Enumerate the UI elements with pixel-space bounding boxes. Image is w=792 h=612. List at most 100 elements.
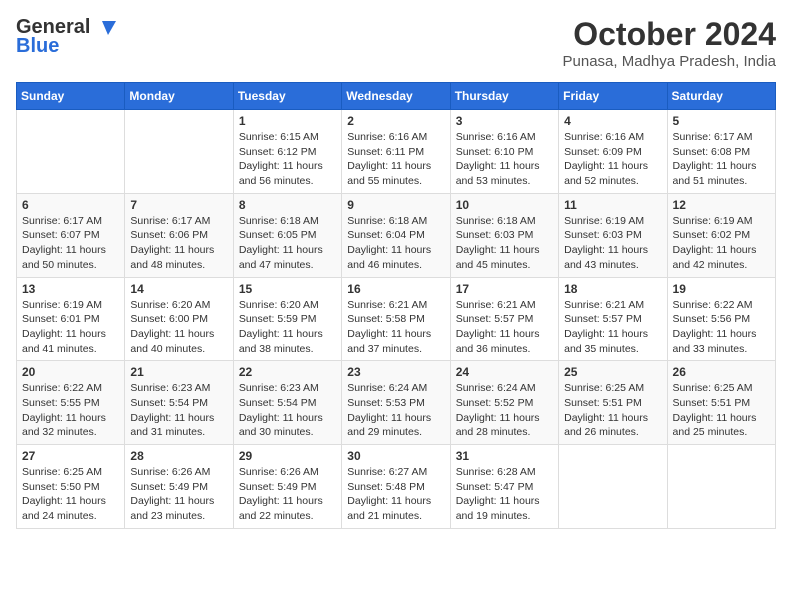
day-info: Sunrise: 6:20 AMSunset: 6:00 PMDaylight:… xyxy=(130,298,227,357)
day-info: Sunrise: 6:16 AMSunset: 6:09 PMDaylight:… xyxy=(564,130,661,189)
day-number: 14 xyxy=(130,282,227,296)
day-number: 29 xyxy=(239,449,336,463)
calendar-cell: 22Sunrise: 6:23 AMSunset: 5:54 PMDayligh… xyxy=(233,361,341,445)
day-number: 20 xyxy=(22,365,119,379)
calendar-cell: 13Sunrise: 6:19 AMSunset: 6:01 PMDayligh… xyxy=(17,277,125,361)
logo-blue: Blue xyxy=(16,35,59,58)
calendar-cell: 10Sunrise: 6:18 AMSunset: 6:03 PMDayligh… xyxy=(450,193,558,277)
calendar-cell: 16Sunrise: 6:21 AMSunset: 5:58 PMDayligh… xyxy=(342,277,450,361)
day-info: Sunrise: 6:17 AMSunset: 6:07 PMDaylight:… xyxy=(22,214,119,273)
day-number: 19 xyxy=(673,282,770,296)
day-info: Sunrise: 6:19 AMSunset: 6:01 PMDaylight:… xyxy=(22,298,119,357)
day-info: Sunrise: 6:19 AMSunset: 6:03 PMDaylight:… xyxy=(564,214,661,273)
calendar-cell: 23 Sunrise: 6:24 AMSunset: 5:53 PMDayligh… xyxy=(342,361,450,445)
weekday-header-friday: Friday xyxy=(559,83,667,110)
day-number: 7 xyxy=(130,198,227,212)
weekday-header-wednesday: Wednesday xyxy=(342,83,450,110)
day-number: 18 xyxy=(564,282,661,296)
month-title: October 2024 xyxy=(563,16,776,53)
calendar-cell: 4 Sunrise: 6:16 AMSunset: 6:09 PMDaylight… xyxy=(559,110,667,194)
day-number: 27 xyxy=(22,449,119,463)
day-info: Sunrise: 6:27 AMSunset: 5:48 PMDaylight:… xyxy=(347,465,444,524)
calendar-cell: 28 Sunrise: 6:26 AMSunset: 5:49 PMDayligh… xyxy=(125,445,233,529)
day-info: Sunrise: 6:26 AMSunset: 5:49 PMDaylight:… xyxy=(239,465,336,524)
calendar-cell: 21Sunrise: 6:23 AMSunset: 5:54 PMDayligh… xyxy=(125,361,233,445)
day-info: Sunrise: 6:26 AMSunset: 5:49 PMDaylight:… xyxy=(130,465,227,524)
calendar-cell: 30 Sunrise: 6:27 AMSunset: 5:48 PMDayligh… xyxy=(342,445,450,529)
calendar-cell: 20 Sunrise: 6:22 AMSunset: 5:55 PMDayligh… xyxy=(17,361,125,445)
day-number: 11 xyxy=(564,198,661,212)
calendar-cell: 5 Sunrise: 6:17 AMSunset: 6:08 PMDaylight… xyxy=(667,110,775,194)
calendar-table: SundayMondayTuesdayWednesdayThursdayFrid… xyxy=(16,82,776,529)
calendar-cell: 29 Sunrise: 6:26 AMSunset: 5:49 PMDayligh… xyxy=(233,445,341,529)
day-number: 17 xyxy=(456,282,553,296)
logo: General Blue xyxy=(16,16,116,58)
day-info: Sunrise: 6:19 AMSunset: 6:02 PMDaylight:… xyxy=(673,214,770,273)
calendar-cell: 14 Sunrise: 6:20 AMSunset: 6:00 PMDayligh… xyxy=(125,277,233,361)
day-info: Sunrise: 6:18 AMSunset: 6:04 PMDaylight:… xyxy=(347,214,444,273)
day-number: 23 xyxy=(347,365,444,379)
day-info: Sunrise: 6:22 AMSunset: 5:56 PMDaylight:… xyxy=(673,298,770,357)
calendar-cell xyxy=(125,110,233,194)
day-number: 24 xyxy=(456,365,553,379)
day-number: 22 xyxy=(239,365,336,379)
calendar-cell xyxy=(667,445,775,529)
day-number: 30 xyxy=(347,449,444,463)
day-info: Sunrise: 6:24 AMSunset: 5:53 PMDaylight:… xyxy=(347,381,444,440)
day-number: 8 xyxy=(239,198,336,212)
calendar-cell: 24 Sunrise: 6:24 AMSunset: 5:52 PMDayligh… xyxy=(450,361,558,445)
day-number: 12 xyxy=(673,198,770,212)
calendar-cell: 3Sunrise: 6:16 AMSunset: 6:10 PMDaylight… xyxy=(450,110,558,194)
day-info: Sunrise: 6:17 AMSunset: 6:08 PMDaylight:… xyxy=(673,130,770,189)
day-number: 4 xyxy=(564,114,661,128)
calendar-cell: 6 Sunrise: 6:17 AMSunset: 6:07 PMDaylight… xyxy=(17,193,125,277)
day-number: 5 xyxy=(673,114,770,128)
calendar-cell: 7Sunrise: 6:17 AMSunset: 6:06 PMDaylight… xyxy=(125,193,233,277)
day-info: Sunrise: 6:21 AMSunset: 5:57 PMDaylight:… xyxy=(564,298,661,357)
day-number: 25 xyxy=(564,365,661,379)
calendar-header-row: SundayMondayTuesdayWednesdayThursdayFrid… xyxy=(17,83,776,110)
weekday-header-sunday: Sunday xyxy=(17,83,125,110)
calendar-week-4: 20 Sunrise: 6:22 AMSunset: 5:55 PMDayligh… xyxy=(17,361,776,445)
calendar-cell: 15Sunrise: 6:20 AMSunset: 5:59 PMDayligh… xyxy=(233,277,341,361)
day-number: 15 xyxy=(239,282,336,296)
day-number: 28 xyxy=(130,449,227,463)
day-info: Sunrise: 6:18 AMSunset: 6:03 PMDaylight:… xyxy=(456,214,553,273)
calendar-cell: 1 Sunrise: 6:15 AMSunset: 6:12 PMDaylight… xyxy=(233,110,341,194)
day-info: Sunrise: 6:22 AMSunset: 5:55 PMDaylight:… xyxy=(22,381,119,440)
calendar-cell: 18 Sunrise: 6:21 AMSunset: 5:57 PMDayligh… xyxy=(559,277,667,361)
calendar-week-3: 13Sunrise: 6:19 AMSunset: 6:01 PMDayligh… xyxy=(17,277,776,361)
day-number: 3 xyxy=(456,114,553,128)
day-number: 1 xyxy=(239,114,336,128)
calendar-cell: 26Sunrise: 6:25 AMSunset: 5:51 PMDayligh… xyxy=(667,361,775,445)
day-number: 2 xyxy=(347,114,444,128)
calendar-cell xyxy=(559,445,667,529)
day-info: Sunrise: 6:15 AMSunset: 6:12 PMDaylight:… xyxy=(239,130,336,189)
day-info: Sunrise: 6:28 AMSunset: 5:47 PMDaylight:… xyxy=(456,465,553,524)
day-number: 26 xyxy=(673,365,770,379)
calendar-cell xyxy=(17,110,125,194)
page-header: General Blue October 2024 Punasa, Madhya… xyxy=(16,16,776,70)
calendar-cell: 25Sunrise: 6:25 AMSunset: 5:51 PMDayligh… xyxy=(559,361,667,445)
calendar-cell: 2 Sunrise: 6:16 AMSunset: 6:11 PMDaylight… xyxy=(342,110,450,194)
day-info: Sunrise: 6:24 AMSunset: 5:52 PMDaylight:… xyxy=(456,381,553,440)
day-number: 31 xyxy=(456,449,553,463)
calendar-week-2: 6 Sunrise: 6:17 AMSunset: 6:07 PMDaylight… xyxy=(17,193,776,277)
day-info: Sunrise: 6:16 AMSunset: 6:11 PMDaylight:… xyxy=(347,130,444,189)
calendar-week-5: 27 Sunrise: 6:25 AMSunset: 5:50 PMDayligh… xyxy=(17,445,776,529)
day-info: Sunrise: 6:18 AMSunset: 6:05 PMDaylight:… xyxy=(239,214,336,273)
day-info: Sunrise: 6:23 AMSunset: 5:54 PMDaylight:… xyxy=(130,381,227,440)
day-info: Sunrise: 6:21 AMSunset: 5:57 PMDaylight:… xyxy=(456,298,553,357)
location: Punasa, Madhya Pradesh, India xyxy=(563,53,776,70)
calendar-cell: 12 Sunrise: 6:19 AMSunset: 6:02 PMDayligh… xyxy=(667,193,775,277)
logo-icon xyxy=(94,19,116,37)
calendar-cell: 17 Sunrise: 6:21 AMSunset: 5:57 PMDayligh… xyxy=(450,277,558,361)
day-info: Sunrise: 6:25 AMSunset: 5:50 PMDaylight:… xyxy=(22,465,119,524)
calendar-cell: 27 Sunrise: 6:25 AMSunset: 5:50 PMDayligh… xyxy=(17,445,125,529)
day-number: 16 xyxy=(347,282,444,296)
calendar-cell: 9Sunrise: 6:18 AMSunset: 6:04 PMDaylight… xyxy=(342,193,450,277)
weekday-header-thursday: Thursday xyxy=(450,83,558,110)
calendar-week-1: 1 Sunrise: 6:15 AMSunset: 6:12 PMDaylight… xyxy=(17,110,776,194)
day-number: 6 xyxy=(22,198,119,212)
weekday-header-monday: Monday xyxy=(125,83,233,110)
